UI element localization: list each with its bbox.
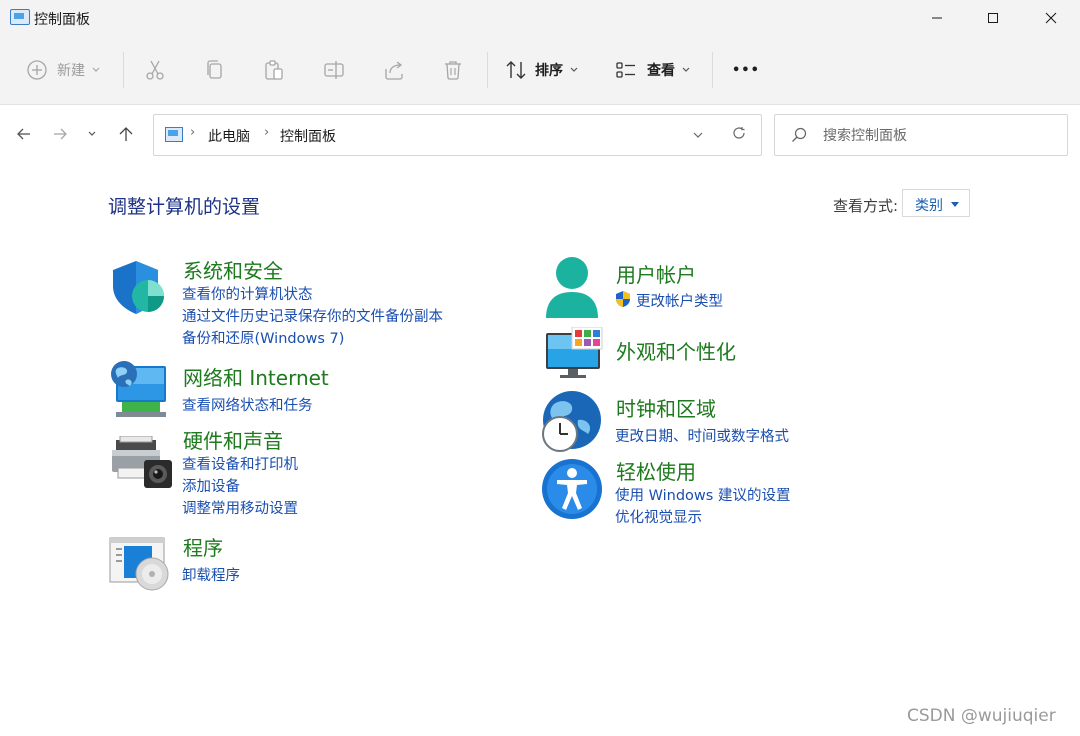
more-options-button[interactable]: ••• — [732, 54, 760, 86]
title-bar: 控制面板 — [0, 0, 1080, 36]
link-file-history-backup[interactable]: 通过文件历史记录保存你的文件备份副本 — [182, 305, 443, 326]
breadcrumb-separator: › — [190, 125, 196, 140]
accessibility-icon[interactable] — [541, 458, 603, 524]
breadcrumb-separator: › — [264, 125, 270, 140]
dropdown-arrow-icon — [951, 202, 959, 207]
page-title: 调整计算机的设置 — [108, 196, 261, 218]
chevron-down-icon — [88, 131, 96, 136]
sort-label: 排序 — [535, 63, 563, 79]
copy-icon — [207, 60, 222, 79]
toolbar-separator — [712, 52, 713, 88]
add-circle-icon — [27, 60, 47, 80]
link-view-computer-status[interactable]: 查看你的计算机状态 — [182, 283, 313, 304]
maximize-icon — [988, 13, 998, 23]
link-backup-restore[interactable]: 备份和还原(Windows 7) — [182, 327, 344, 348]
new-label: 新建 — [57, 63, 85, 79]
chevron-down-icon — [92, 67, 100, 72]
toolbar-separator — [487, 52, 488, 88]
search-box — [774, 114, 1068, 156]
link-mobility-settings[interactable]: 调整常用移动设置 — [182, 497, 298, 518]
minimize-icon — [932, 17, 942, 19]
category-system-security[interactable]: 系统和安全 — [183, 255, 283, 284]
category-network-internet[interactable]: 网络和 Internet — [183, 362, 329, 391]
sort-icon — [506, 61, 526, 79]
link-optimize-visual-display[interactable]: 优化视觉显示 — [615, 506, 702, 527]
copy-button[interactable] — [204, 54, 226, 86]
link-uninstall-program[interactable]: 卸载程序 — [182, 564, 240, 585]
view-by-label: 查看方式: — [833, 197, 899, 215]
scissors-icon — [146, 60, 164, 80]
view-button[interactable]: 查看 — [615, 54, 691, 86]
search-icon — [791, 127, 807, 147]
programs-icon[interactable] — [108, 536, 172, 598]
link-change-date-time-format[interactable]: 更改日期、时间或数字格式 — [615, 425, 789, 446]
category-ease-of-access[interactable]: 轻松使用 — [616, 456, 696, 485]
arrow-up-icon — [119, 127, 133, 141]
close-icon — [1045, 12, 1057, 24]
uac-shield-icon — [614, 290, 632, 312]
sort-button[interactable]: 排序 — [505, 54, 579, 86]
link-view-network-status[interactable]: 查看网络状态和任务 — [182, 394, 313, 415]
maximize-button[interactable] — [964, 0, 1022, 36]
cut-button[interactable] — [144, 54, 166, 86]
rename-icon — [324, 61, 344, 79]
link-devices-printers[interactable]: 查看设备和打印机 — [182, 453, 298, 474]
user-account-icon[interactable] — [544, 256, 602, 322]
personalization-monitor-icon[interactable] — [544, 326, 604, 385]
trash-icon — [445, 61, 461, 80]
share-button[interactable] — [383, 54, 405, 86]
printer-icon[interactable] — [110, 435, 172, 496]
link-change-account-type[interactable]: 更改帐户类型 — [636, 290, 723, 311]
link-add-device[interactable]: 添加设备 — [182, 475, 240, 496]
category-hardware-sound[interactable]: 硬件和声音 — [183, 425, 283, 454]
category-programs[interactable]: 程序 — [183, 532, 223, 561]
clipboard-icon — [265, 60, 283, 80]
view-list-icon — [616, 62, 635, 78]
chevron-down-icon — [682, 67, 690, 72]
category-appearance-personalization[interactable]: 外观和个性化 — [616, 336, 736, 365]
command-bar: 新建 排序 查看 ••• — [0, 36, 1080, 105]
window-title: 控制面板 — [34, 12, 90, 28]
network-globe-icon[interactable] — [108, 360, 170, 424]
paste-button[interactable] — [263, 54, 285, 86]
chevron-down-icon — [570, 67, 578, 72]
view-by-dropdown[interactable]: 类别 — [902, 189, 970, 217]
arrow-right-icon — [54, 128, 67, 140]
rename-button[interactable] — [323, 54, 345, 86]
refresh-icon — [733, 127, 745, 139]
close-button[interactable] — [1022, 0, 1080, 36]
category-clock-region[interactable]: 时钟和区域 — [616, 393, 716, 422]
back-button[interactable] — [10, 120, 38, 148]
shield-icon[interactable] — [108, 258, 168, 320]
address-history-button[interactable] — [692, 126, 704, 145]
chevron-down-icon — [693, 132, 703, 138]
control-panel-icon — [165, 127, 183, 142]
refresh-button[interactable] — [732, 125, 746, 144]
recent-locations-button[interactable] — [78, 120, 106, 148]
arrow-left-icon — [17, 128, 30, 140]
delete-button[interactable] — [442, 54, 464, 86]
share-icon — [385, 61, 403, 80]
toolbar-separator — [123, 52, 124, 88]
breadcrumb-this-pc[interactable]: 此电脑 — [208, 126, 250, 146]
link-recommended-settings[interactable]: 使用 Windows 建议的设置 — [615, 484, 790, 505]
control-panel-window: 控制面板 新建 排序 查看 ••• › 此电脑 › 控制面板 搜索控制面板 调整… — [0, 0, 1080, 736]
forward-button[interactable] — [46, 120, 74, 148]
minimize-button[interactable] — [908, 0, 966, 36]
address-bar[interactable]: › 此电脑 › 控制面板 — [153, 114, 762, 156]
search-input[interactable] — [821, 124, 1055, 148]
more-options-icon: ••• — [732, 62, 760, 78]
clock-globe-icon[interactable] — [540, 390, 604, 458]
category-user-accounts[interactable]: 用户帐户 — [616, 259, 696, 288]
new-button[interactable]: 新建 — [26, 54, 101, 86]
watermark: CSDN @wujiuqier — [907, 706, 1056, 726]
breadcrumb-control-panel[interactable]: 控制面板 — [280, 126, 336, 146]
control-panel-icon — [10, 9, 30, 25]
view-by-value: 类别 — [915, 198, 943, 214]
up-button[interactable] — [112, 120, 140, 148]
view-label: 查看 — [647, 63, 675, 79]
